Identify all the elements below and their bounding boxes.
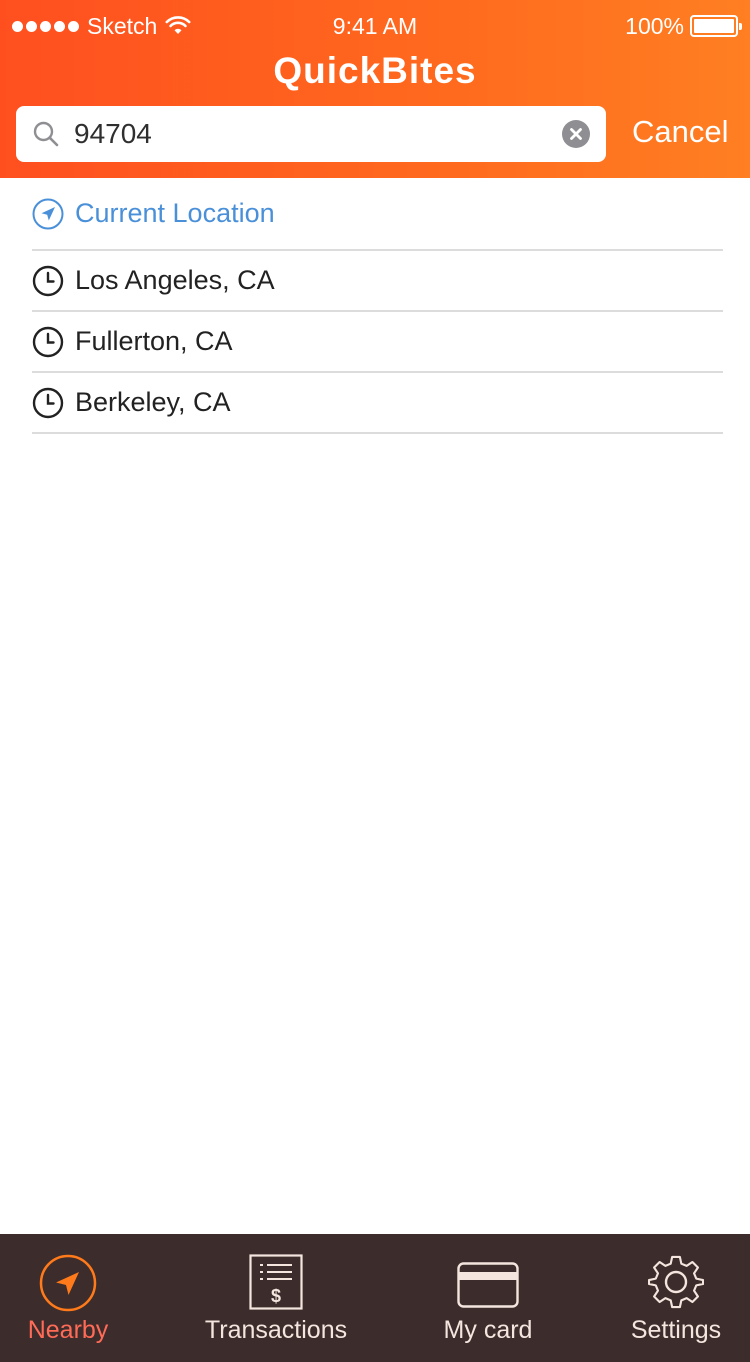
list-item-label: Current Location — [75, 198, 275, 228]
location-arrow-icon — [32, 198, 64, 229]
cancel-button[interactable]: Cancel — [632, 114, 729, 154]
battery-percentage: 100% — [625, 12, 684, 39]
tab-nearby[interactable]: Nearby — [0, 1234, 136, 1362]
recent-location-row[interactable]: Fullerton, CA — [32, 312, 723, 373]
location-results-list: Current Location Los Angeles, CA Fullert… — [32, 178, 723, 434]
tab-my-card[interactable]: My card — [428, 1234, 548, 1362]
app-title: QuickBites — [273, 50, 477, 91]
tab-bar: Nearby $ Transactions My card Settings — [0, 1234, 750, 1362]
clock-icon — [32, 326, 64, 357]
clock-icon — [32, 265, 64, 296]
recent-location-row[interactable]: Los Angeles, CA — [32, 251, 723, 312]
clear-search-icon[interactable] — [562, 120, 590, 148]
status-bar: Sketch 9:41 AM 100% — [0, 0, 750, 52]
tab-label: Settings — [630, 1316, 722, 1344]
receipt-icon: $ — [249, 1254, 303, 1310]
search-input[interactable] — [74, 114, 544, 154]
current-location-row[interactable]: Current Location — [32, 178, 723, 251]
search-icon — [33, 121, 59, 147]
list-item-label: Berkeley, CA — [75, 387, 231, 417]
status-right: 100% — [625, 12, 742, 40]
location-arrow-icon — [39, 1254, 97, 1312]
search-box[interactable] — [16, 106, 606, 162]
tab-settings[interactable]: Settings — [614, 1234, 738, 1362]
tab-label: Transactions — [204, 1316, 348, 1344]
svg-text:$: $ — [271, 1286, 281, 1306]
battery-icon — [690, 15, 742, 37]
tab-label: Nearby — [27, 1316, 109, 1344]
clock-icon — [32, 387, 64, 418]
credit-card-icon — [457, 1262, 519, 1308]
recent-location-row[interactable]: Berkeley, CA — [32, 373, 723, 434]
tab-transactions[interactable]: $ Transactions — [196, 1234, 356, 1362]
list-item-label: Fullerton, CA — [75, 326, 233, 356]
tab-label: My card — [443, 1316, 533, 1344]
header: Sketch 9:41 AM 100% QuickBites Cancel — [0, 0, 750, 178]
gear-icon — [648, 1255, 704, 1309]
list-item-label: Los Angeles, CA — [75, 265, 275, 295]
